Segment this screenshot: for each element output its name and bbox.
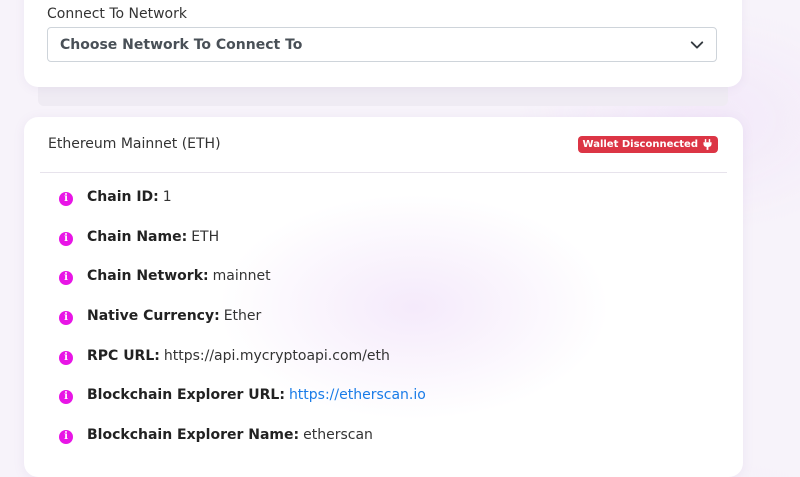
- detail-chain-id: i Chain ID: 1: [59, 189, 426, 229]
- info-icon: i: [59, 271, 73, 286]
- detail-value: ETH: [191, 228, 220, 245]
- detail-chain-network: i Chain Network: mainnet: [59, 268, 426, 308]
- network-select[interactable]: Choose Network To Connect To: [47, 27, 717, 62]
- detail-value: 1: [162, 189, 172, 205]
- status-badge-label: Wallet Disconnected: [582, 139, 698, 150]
- detail-key: Chain Network:: [87, 268, 209, 285]
- info-icon: i: [59, 430, 73, 445]
- info-icon: i: [59, 311, 73, 326]
- detail-explorer-name: i Blockchain Explorer Name: etherscan: [59, 427, 426, 467]
- info-icon: i: [59, 390, 73, 405]
- detail-rpc-url: i RPC URL: https://api.mycryptoapi.com/e…: [59, 348, 426, 388]
- network-selector-card: Connect To Network Choose Network To Con…: [24, 0, 742, 87]
- connect-network-label: Connect To Network: [47, 6, 187, 22]
- network-select-value: Choose Network To Connect To: [60, 37, 303, 53]
- info-icon: i: [59, 231, 73, 246]
- header-divider: [40, 172, 727, 173]
- detail-key: Chain Name:: [87, 228, 188, 245]
- detail-chain-name: i Chain Name: ETH: [59, 229, 426, 269]
- network-title: Ethereum Mainnet (ETH): [48, 136, 221, 152]
- chevron-down-icon: [690, 41, 704, 49]
- network-info-card: Ethereum Mainnet (ETH) Wallet Disconnect…: [24, 117, 743, 477]
- detail-value: mainnet: [212, 268, 271, 285]
- page-scrollbar[interactable]: [790, 0, 800, 450]
- detail-explorer-url: i Blockchain Explorer URL: https://ether…: [59, 387, 426, 427]
- detail-key: RPC URL:: [87, 347, 160, 364]
- detail-key: Chain ID:: [87, 189, 159, 205]
- detail-value: Ether: [223, 308, 262, 325]
- explorer-url-link[interactable]: https://etherscan.io: [289, 387, 426, 403]
- status-badge: Wallet Disconnected: [577, 136, 718, 153]
- card-stack-edge: [38, 84, 728, 106]
- plug-icon: [703, 139, 712, 150]
- info-icon: i: [59, 350, 73, 365]
- detail-key: Blockchain Explorer URL:: [87, 387, 285, 404]
- detail-key: Native Currency:: [87, 308, 220, 325]
- detail-native-currency: i Native Currency: Ether: [59, 308, 426, 348]
- detail-value: https://api.mycryptoapi.com/eth: [163, 347, 390, 364]
- detail-value: etherscan: [303, 427, 373, 444]
- info-icon: i: [59, 192, 73, 206]
- network-details-list: i Chain ID: 1 i Chain Name: ETH i Chain …: [59, 189, 426, 467]
- detail-key: Blockchain Explorer Name:: [87, 427, 300, 444]
